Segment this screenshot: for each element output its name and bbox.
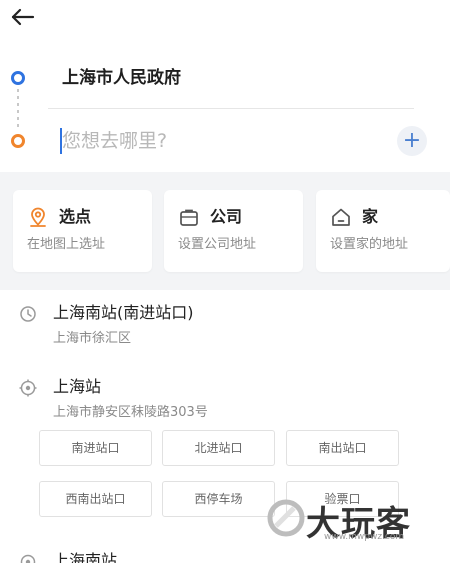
history-subtitle: 上海市徐汇区	[53, 331, 132, 346]
history-title: 上海南站(南进站口)	[53, 303, 194, 322]
route-connector	[17, 89, 19, 129]
shortcut-title: 家	[362, 207, 379, 226]
route-divider	[48, 108, 414, 109]
location-target-icon	[19, 379, 37, 397]
add-waypoint-button[interactable]: +	[397, 126, 427, 156]
watermark-url: www.mwpwz.com	[324, 532, 405, 542]
clock-icon	[20, 306, 36, 322]
start-point-icon	[11, 71, 25, 85]
exit-button[interactable]: 南进站口	[39, 430, 152, 466]
history-title: 上海南站	[53, 551, 118, 563]
list-item[interactable]: 上海南站(南进站口) 上海市徐汇区	[0, 300, 450, 356]
exit-button[interactable]: 南出站口	[286, 430, 399, 466]
shortcut-subtitle: 设置家的地址	[330, 237, 409, 252]
location-pin-icon	[30, 207, 46, 227]
arrow-left-icon	[11, 8, 35, 26]
start-location[interactable]: 上海市人民政府	[62, 65, 181, 91]
shortcut-subtitle: 在地图上选址	[27, 237, 106, 252]
plus-icon: +	[402, 128, 422, 153]
end-point-icon	[11, 134, 25, 148]
shortcut-title: 选点	[59, 207, 92, 226]
shortcut-title: 公司	[210, 207, 243, 226]
briefcase-icon	[180, 209, 198, 226]
exit-button[interactable]: 北进站口	[162, 430, 275, 466]
shortcut-panel: 选点 在地图上选址 公司 设置公司地址 家 设置家的地址	[0, 172, 450, 290]
destination-input[interactable]	[62, 126, 382, 156]
history-subtitle: 上海市静安区秣陵路303号	[53, 405, 208, 420]
exit-button[interactable]: 验票口	[286, 481, 399, 517]
list-item[interactable]: 上海站 上海市静安区秣陵路303号	[0, 374, 450, 430]
route-panel: 上海市人民政府 +	[0, 56, 450, 168]
home-icon	[332, 208, 350, 226]
exit-button[interactable]: 西停车场	[162, 481, 275, 517]
exit-button[interactable]: 西南出站口	[39, 481, 152, 517]
location-target-icon	[20, 554, 36, 563]
shortcut-company[interactable]: 公司 设置公司地址	[164, 190, 303, 272]
list-item[interactable]: 上海南站	[0, 548, 450, 563]
shortcut-pick-point[interactable]: 选点 在地图上选址	[13, 190, 152, 272]
shortcut-subtitle: 设置公司地址	[178, 237, 257, 252]
history-title: 上海站	[53, 377, 102, 396]
shortcut-home[interactable]: 家 设置家的地址	[316, 190, 450, 272]
back-button[interactable]	[10, 4, 40, 32]
